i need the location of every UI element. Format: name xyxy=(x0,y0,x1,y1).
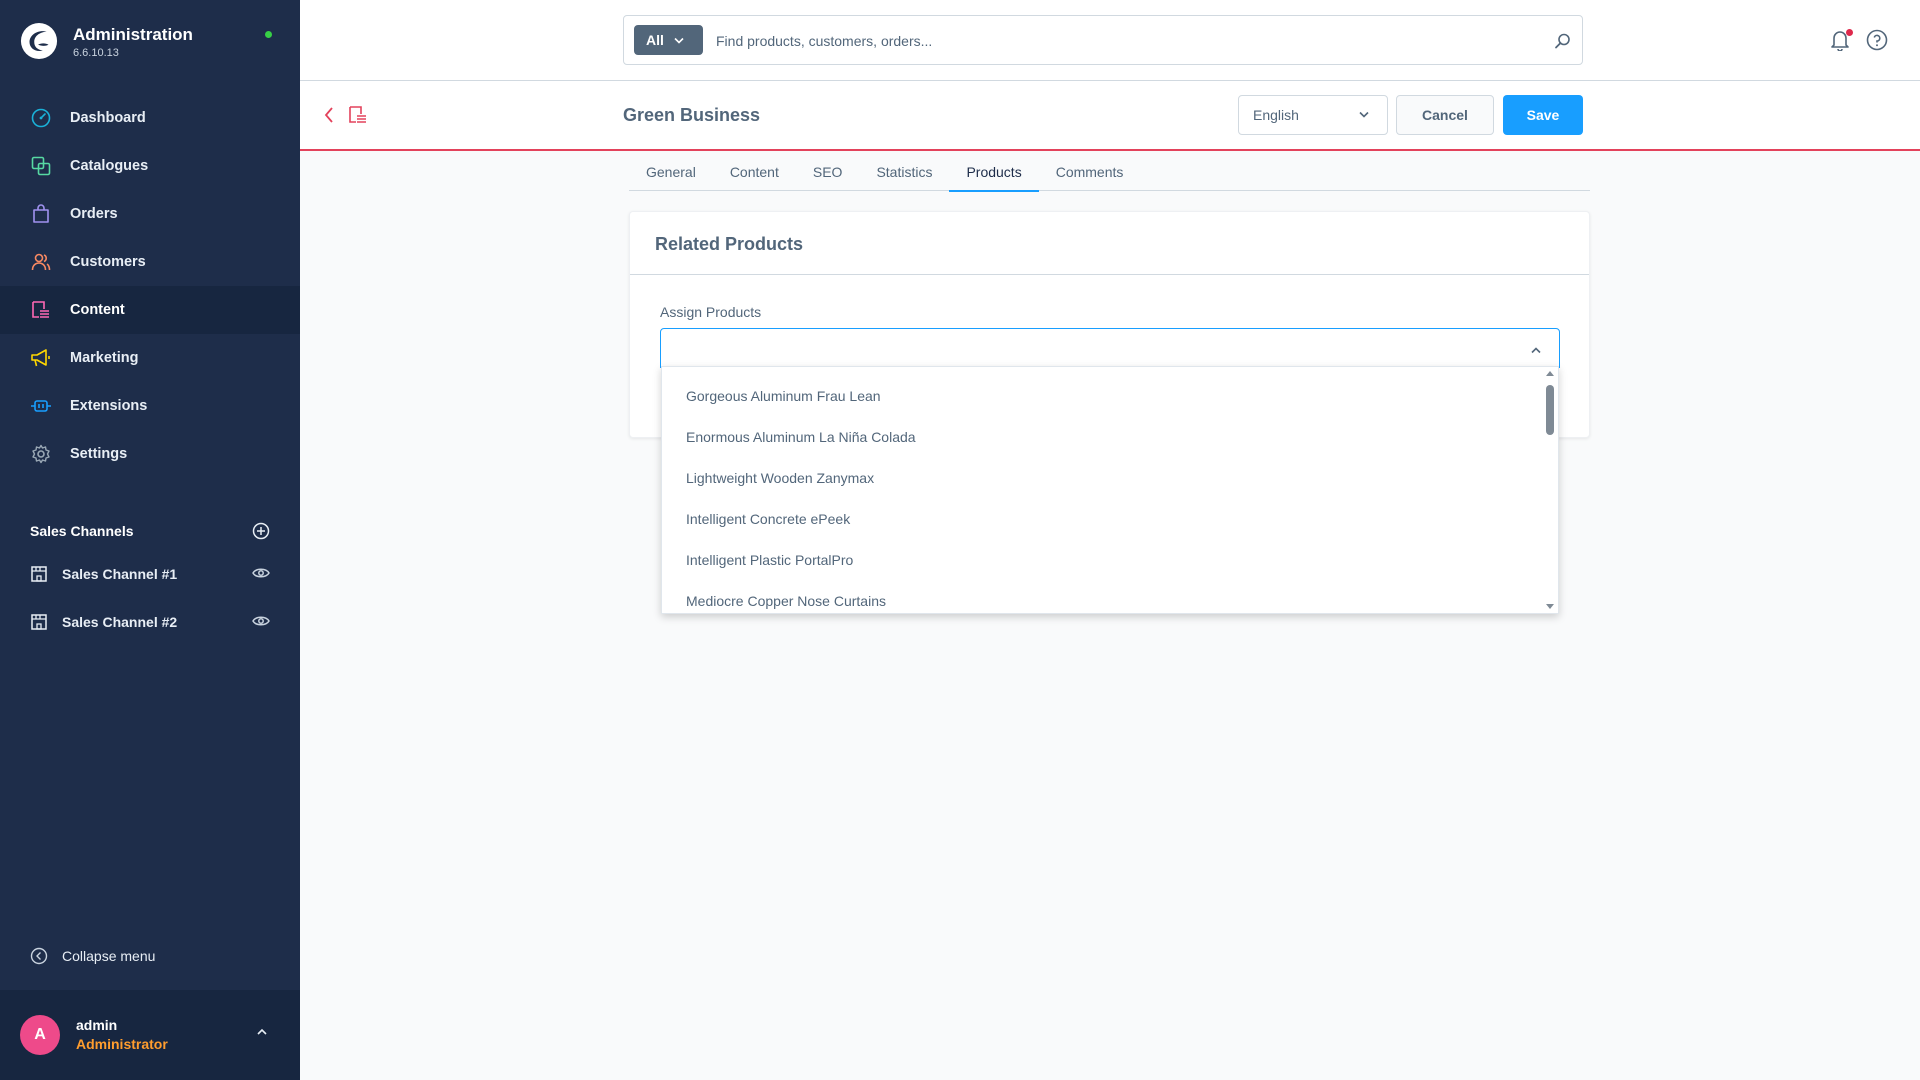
nav-item-dashboard[interactable]: Dashboard xyxy=(0,94,300,142)
add-sales-channel-icon[interactable] xyxy=(252,522,270,540)
tab-content[interactable]: Content xyxy=(713,152,796,191)
top-bar: All xyxy=(300,0,1920,81)
nav-item-label: Customers xyxy=(70,254,146,270)
collapse-left-icon xyxy=(30,947,48,965)
collapse-menu-label: Collapse menu xyxy=(62,948,156,964)
sales-channel-item[interactable]: Sales Channel #1 xyxy=(0,550,300,598)
nav-item-label: Orders xyxy=(70,206,118,222)
search-icon[interactable] xyxy=(1554,32,1572,50)
app-title: Administration xyxy=(73,25,193,44)
settings-icon xyxy=(30,443,52,465)
assign-products-select[interactable] xyxy=(660,328,1560,368)
sales-channels-list: Sales Channel #1 Sales Channel #2 xyxy=(0,550,300,646)
chevron-up-icon[interactable] xyxy=(256,1028,268,1036)
language-select[interactable]: English xyxy=(1238,95,1388,135)
tab-comments[interactable]: Comments xyxy=(1039,152,1141,191)
nav-item-settings[interactable]: Settings xyxy=(0,430,300,478)
language-select-value: English xyxy=(1253,107,1299,123)
app-version: 6.6.10.13 xyxy=(73,47,119,59)
nav-item-extensions[interactable]: Extensions xyxy=(0,382,300,430)
nav-item-label: Marketing xyxy=(70,350,139,366)
global-search: All xyxy=(623,15,1583,65)
dropdown-option[interactable]: Lightweight Wooden Zanymax xyxy=(662,457,1558,498)
help-icon[interactable] xyxy=(1866,29,1888,51)
cancel-button[interactable]: Cancel xyxy=(1396,95,1494,135)
customers-icon xyxy=(30,251,52,273)
orders-icon xyxy=(30,203,52,225)
storefront-icon xyxy=(31,614,47,630)
tab-seo[interactable]: SEO xyxy=(796,152,860,191)
chevron-left-icon[interactable] xyxy=(322,105,336,125)
dropdown-option[interactable]: Enormous Aluminum La Niña Colada xyxy=(662,416,1558,457)
dropdown-option[interactable]: Intelligent Concrete ePeek xyxy=(662,498,1558,539)
content-icon xyxy=(30,299,52,321)
eye-icon[interactable] xyxy=(252,567,270,579)
nav-item-content[interactable]: Content xyxy=(0,286,300,334)
search-input[interactable] xyxy=(716,28,1516,54)
sidebar: Administration 6.6.10.13 Dashboard Catal… xyxy=(0,0,300,1080)
dropdown-option[interactable]: Gorgeous Aluminum Frau Lean xyxy=(662,375,1558,416)
assign-products-dropdown: Gorgeous Aluminum Frau Lean Enormous Alu… xyxy=(661,366,1559,614)
save-button[interactable]: Save xyxy=(1503,95,1583,135)
user-menu[interactable]: A admin Administrator xyxy=(0,990,300,1080)
user-name: admin xyxy=(76,1017,118,1033)
nav-item-label: Settings xyxy=(70,446,128,462)
sales-channel-label: Sales Channel #2 xyxy=(62,614,178,630)
scroll-down-arrow-icon[interactable] xyxy=(1546,604,1554,609)
avatar: A xyxy=(20,1015,60,1055)
nav-item-label: Extensions xyxy=(70,398,148,414)
marketing-icon xyxy=(30,347,52,369)
chevron-down-icon xyxy=(1359,111,1369,118)
tab-general[interactable]: General xyxy=(629,152,713,191)
content-icon xyxy=(349,106,366,123)
nav-item-catalogues[interactable]: Catalogues xyxy=(0,142,300,190)
smart-bar: Green Business English Cancel Save xyxy=(300,81,1920,151)
tab-statistics[interactable]: Statistics xyxy=(859,152,949,191)
brand-header: Administration 6.6.10.13 xyxy=(0,0,300,86)
nav-item-label: Content xyxy=(70,302,125,318)
dropdown-option[interactable]: Mediocre Copper Nose Curtains xyxy=(662,580,1558,613)
main-navigation: Dashboard Catalogues Orders Customers Co… xyxy=(0,94,300,478)
user-role: Administrator xyxy=(76,1036,168,1052)
detail-tabs: General Content SEO Statistics Products … xyxy=(629,152,1590,192)
tab-products[interactable]: Products xyxy=(949,152,1039,192)
eye-icon[interactable] xyxy=(252,615,270,627)
catalogues-icon xyxy=(30,155,52,177)
nav-item-customers[interactable]: Customers xyxy=(0,238,300,286)
scroll-up-arrow-icon[interactable] xyxy=(1546,371,1554,376)
extensions-icon xyxy=(30,395,52,417)
chevron-down-icon xyxy=(674,37,684,44)
nav-item-label: Catalogues xyxy=(70,158,149,174)
scrollbar-thumb[interactable] xyxy=(1546,385,1554,435)
sales-channels-header: Sales Channels xyxy=(30,520,270,542)
nav-item-marketing[interactable]: Marketing xyxy=(0,334,300,382)
dropdown-option[interactable]: Intelligent Plastic PortalPro xyxy=(662,539,1558,580)
collapse-menu-button[interactable]: Collapse menu xyxy=(30,947,155,965)
divider xyxy=(630,274,1589,275)
assign-products-label: Assign Products xyxy=(660,304,762,320)
dropdown-scrollbar[interactable] xyxy=(1542,367,1558,613)
shopware-logo-icon[interactable] xyxy=(20,22,58,60)
page-title: Green Business xyxy=(623,105,761,125)
nav-item-label: Dashboard xyxy=(70,110,146,126)
storefront-icon xyxy=(31,566,47,582)
sales-channel-item[interactable]: Sales Channel #2 xyxy=(0,598,300,646)
card-title: Related Products xyxy=(655,234,804,254)
notification-badge xyxy=(1846,29,1853,36)
sales-channels-title: Sales Channels xyxy=(30,523,134,539)
sales-channel-label: Sales Channel #1 xyxy=(62,566,178,582)
dashboard-icon xyxy=(30,107,52,129)
chevron-up-icon xyxy=(1531,347,1541,354)
status-indicator xyxy=(265,31,272,38)
search-type-select[interactable]: All xyxy=(634,25,703,55)
nav-item-orders[interactable]: Orders xyxy=(0,190,300,238)
search-type-label: All xyxy=(646,32,664,48)
